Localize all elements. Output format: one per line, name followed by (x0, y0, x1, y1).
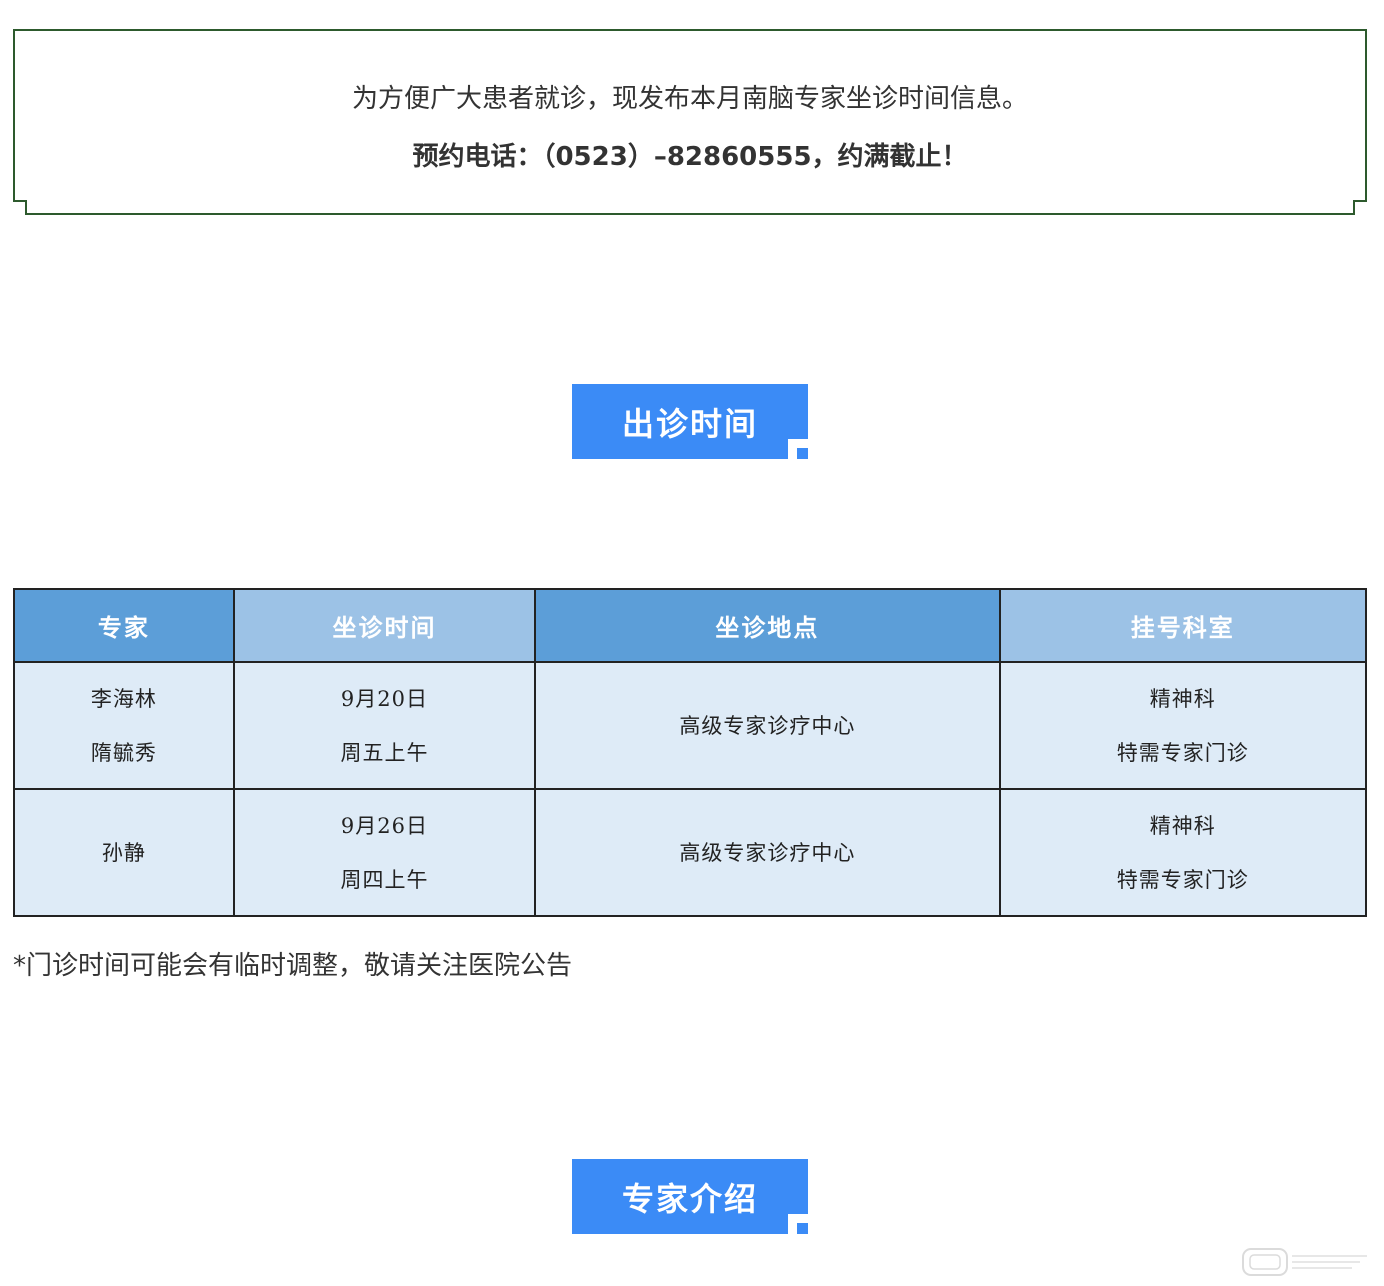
table-row: 孙静 9月26日 周四上午 高级专家诊疗中心 精神科 特需专家门诊 (13, 788, 1368, 917)
clinic-location: 高级专家诊疗中心 (679, 713, 856, 738)
department-type: 特需专家门诊 (1116, 867, 1249, 892)
section-header-schedule: 出诊时间 (572, 384, 808, 459)
cell-department: 精神科 特需专家门诊 (998, 661, 1368, 790)
cell-time: 9月26日 周四上午 (232, 788, 537, 917)
clinic-session: 周四上午 (340, 867, 429, 892)
notice-phone-text: 预约电话：（0523）–82860555，约满截止！ (412, 142, 968, 172)
section-title-schedule: 出诊时间 (621, 404, 758, 443)
cell-experts: 孙静 (13, 788, 235, 917)
cell-experts: 李海林 隋毓秀 (13, 661, 235, 790)
header-location: 坐诊地点 (534, 588, 1001, 663)
watermark-logo-icon (1242, 1248, 1367, 1276)
department-name: 精神科 (1149, 813, 1216, 838)
cell-department: 精神科 特需专家门诊 (998, 788, 1368, 917)
section-title-experts: 专家介绍 (621, 1179, 758, 1218)
expert-name: 李海林 (90, 686, 157, 711)
schedule-table: 专家 坐诊时间 坐诊地点 挂号科室 李海林 隋毓秀 9月20日 周五上午 高级专… (13, 588, 1368, 917)
header-corner-square (797, 1223, 808, 1234)
clinic-date: 9月26日 (340, 813, 428, 838)
notice-intro-text: 为方便广大患者就诊，现发布本月南脑专家坐诊时间信息。 (351, 84, 1028, 114)
clinic-location: 高级专家诊疗中心 (679, 840, 856, 865)
schedule-footnote: *门诊时间可能会有临时调整，敬请关注医院公告 (13, 951, 573, 981)
table-header-row: 专家 坐诊时间 坐诊地点 挂号科室 (13, 588, 1368, 663)
section-header-experts: 专家介绍 (572, 1159, 808, 1234)
cell-location: 高级专家诊疗中心 (534, 661, 1001, 790)
department-type: 特需专家门诊 (1116, 740, 1249, 765)
cell-location: 高级专家诊疗中心 (534, 788, 1001, 917)
header-department: 挂号科室 (998, 588, 1368, 663)
header-expert: 专家 (13, 588, 235, 663)
expert-name: 孙静 (101, 840, 146, 865)
department-name: 精神科 (1149, 686, 1216, 711)
clinic-date: 9月20日 (340, 686, 428, 711)
cell-time: 9月20日 周五上午 (232, 661, 537, 790)
clinic-session: 周五上午 (340, 740, 429, 765)
table-row: 李海林 隋毓秀 9月20日 周五上午 高级专家诊疗中心 精神科 特需专家门诊 (13, 661, 1368, 790)
notice-frame (13, 29, 1367, 215)
header-time: 坐诊时间 (232, 588, 537, 663)
notice-box: 为方便广大患者就诊，现发布本月南脑专家坐诊时间信息。 预约电话：（0523）–8… (13, 29, 1367, 215)
expert-name: 隋毓秀 (90, 740, 157, 765)
header-corner-square (797, 448, 808, 459)
